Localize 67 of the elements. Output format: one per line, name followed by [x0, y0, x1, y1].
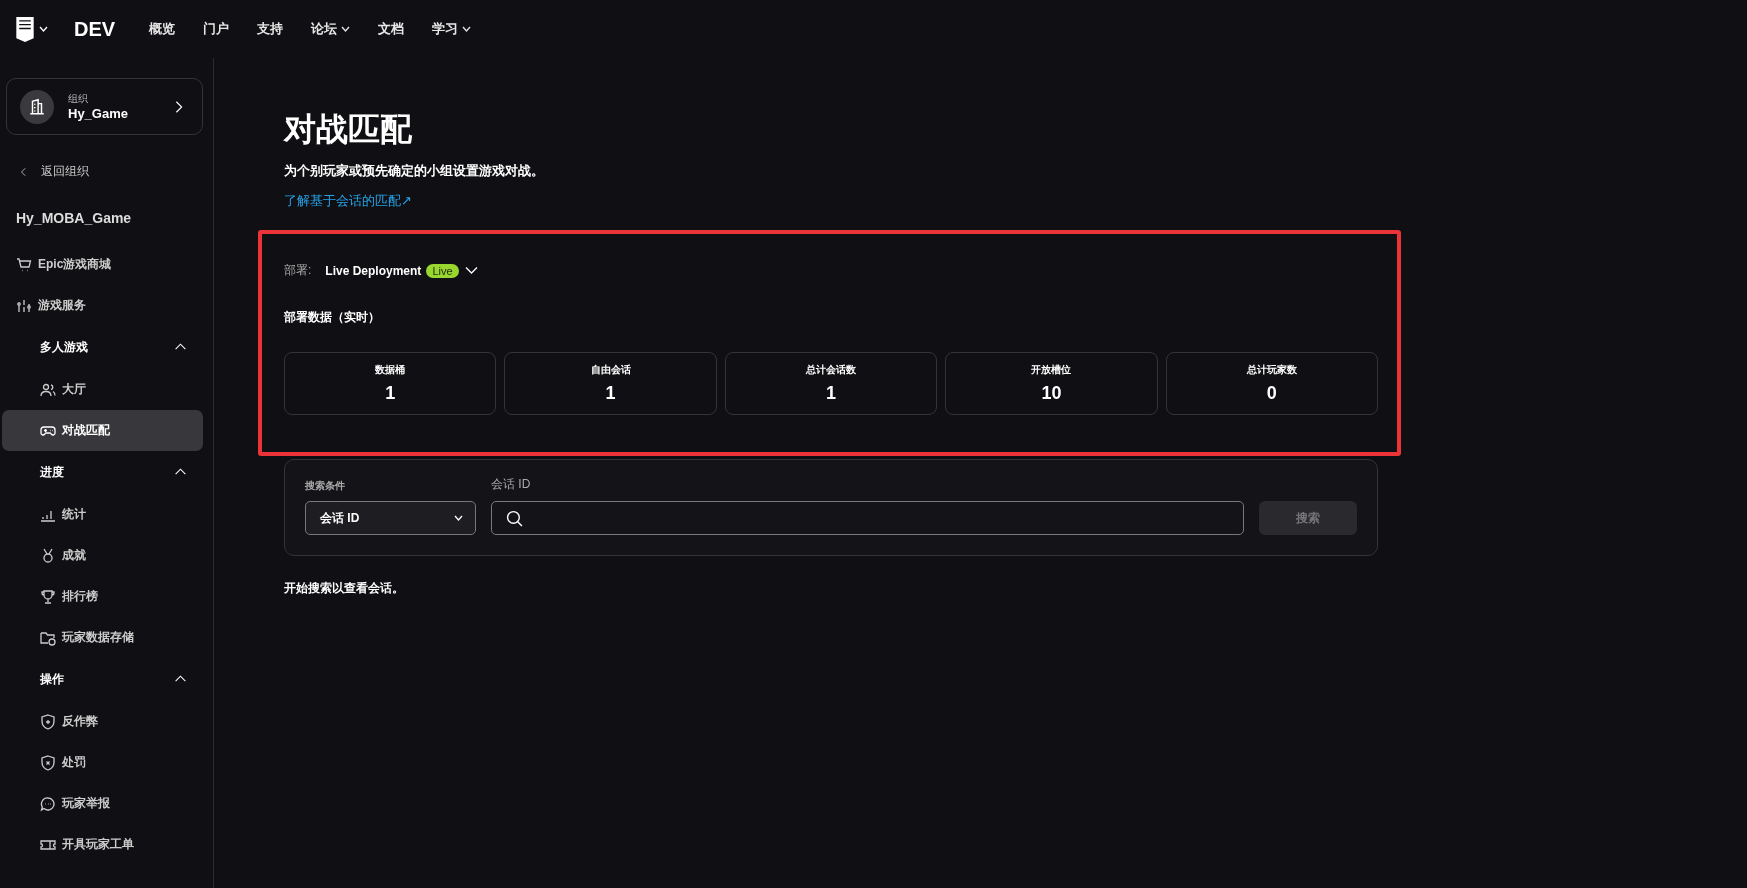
- nav-link[interactable]: 文档: [378, 20, 405, 38]
- stat-value: 10: [1041, 383, 1062, 404]
- deployment-label: 部署:: [284, 262, 312, 279]
- sidebar-item[interactable]: Epic游戏商城: [2, 244, 203, 285]
- sidebar-item[interactable]: 玩家数据存储: [2, 617, 203, 658]
- live-badge: Live: [426, 263, 459, 278]
- empty-message: 开始搜索以查看会话。: [284, 580, 405, 597]
- nav-link[interactable]: 论坛: [311, 20, 351, 38]
- nav-link[interactable]: 学习: [432, 20, 472, 38]
- folder-user-icon: [40, 629, 56, 646]
- deployment-selector[interactable]: Live Deployment: [325, 263, 422, 278]
- caret-icon: [454, 515, 463, 521]
- stat-label: 总计玩家数: [1246, 363, 1297, 377]
- back-label: 返回组织: [41, 163, 89, 180]
- sidebar-item[interactable]: 游戏服务: [2, 285, 203, 326]
- shield-x-icon: [40, 754, 56, 771]
- page-description: 为个别玩家或预先确定的小组设置游戏对战。: [284, 162, 545, 180]
- shield-plus-icon: [40, 713, 56, 730]
- sidebar-item[interactable]: 处罚: [2, 742, 203, 783]
- org-label: 组织: [68, 92, 89, 106]
- field-label: 会话 ID: [491, 476, 532, 493]
- field-label: 搜索条件: [305, 479, 346, 493]
- nav-link[interactable]: 门户: [203, 20, 230, 38]
- nav-link[interactable]: 支持: [257, 20, 284, 38]
- section-header[interactable]: 进度: [2, 451, 203, 494]
- stat-value: 0: [1266, 383, 1277, 404]
- section-header[interactable]: 操作: [2, 658, 203, 701]
- project-name: Hy_MOBA_Game: [16, 210, 133, 226]
- criteria-dropdown[interactable]: 会话 ID: [305, 501, 476, 535]
- caret-icon: [39, 26, 48, 32]
- sidebar-item[interactable]: 大厅: [2, 369, 203, 410]
- section-header[interactable]: 多人游戏: [2, 326, 203, 369]
- chat-bubble-icon: [40, 795, 56, 812]
- sidebar-item[interactable]: 排行榜: [2, 576, 203, 617]
- logo-icon: [15, 15, 35, 43]
- stat-label: 自由会话: [590, 363, 631, 377]
- stat-label: 总计会话数: [806, 363, 856, 377]
- services-icon: [16, 297, 32, 314]
- trophy-icon: [40, 588, 56, 605]
- page-title: 对战匹配: [284, 110, 413, 149]
- chevron-down-icon: [464, 266, 478, 275]
- back-link[interactable]: 返回组织: [19, 163, 203, 180]
- caret-icon: [341, 26, 351, 32]
- sidebar-item[interactable]: 反作弊: [2, 701, 203, 742]
- stat-label: 开放槽位: [1031, 363, 1072, 377]
- sidebar-item[interactable]: 开具玩家工单: [2, 824, 203, 865]
- sidebar-item[interactable]: 成就: [2, 535, 203, 576]
- org-name: Hy_Game: [68, 106, 129, 121]
- building-icon: [28, 97, 46, 116]
- caret-icon: [462, 26, 472, 32]
- docs-link[interactable]: 了解基于会话的匹配↗: [284, 192, 412, 210]
- stat-value: 1: [385, 383, 396, 404]
- section-title: 部署数据（实时）: [284, 309, 381, 326]
- organization-card[interactable]: 组织 Hy_Game: [6, 78, 203, 135]
- users-icon: [40, 381, 56, 398]
- brand-name[interactable]: DEV: [74, 17, 116, 41]
- sidebar-item[interactable]: 统计: [2, 494, 203, 535]
- search-field[interactable]: [491, 501, 1244, 535]
- stat-value: 1: [605, 383, 616, 404]
- nav-link[interactable]: 概览: [149, 20, 176, 38]
- sidebar-item[interactable]: 对战匹配: [2, 410, 203, 451]
- medal-icon: [40, 547, 56, 564]
- cart-icon: [16, 256, 32, 273]
- sidebar-item[interactable]: 玩家举报: [2, 783, 203, 824]
- search-icon: [506, 509, 523, 527]
- stat-label: 数据桶: [375, 363, 406, 377]
- stat-value: 1: [826, 383, 836, 404]
